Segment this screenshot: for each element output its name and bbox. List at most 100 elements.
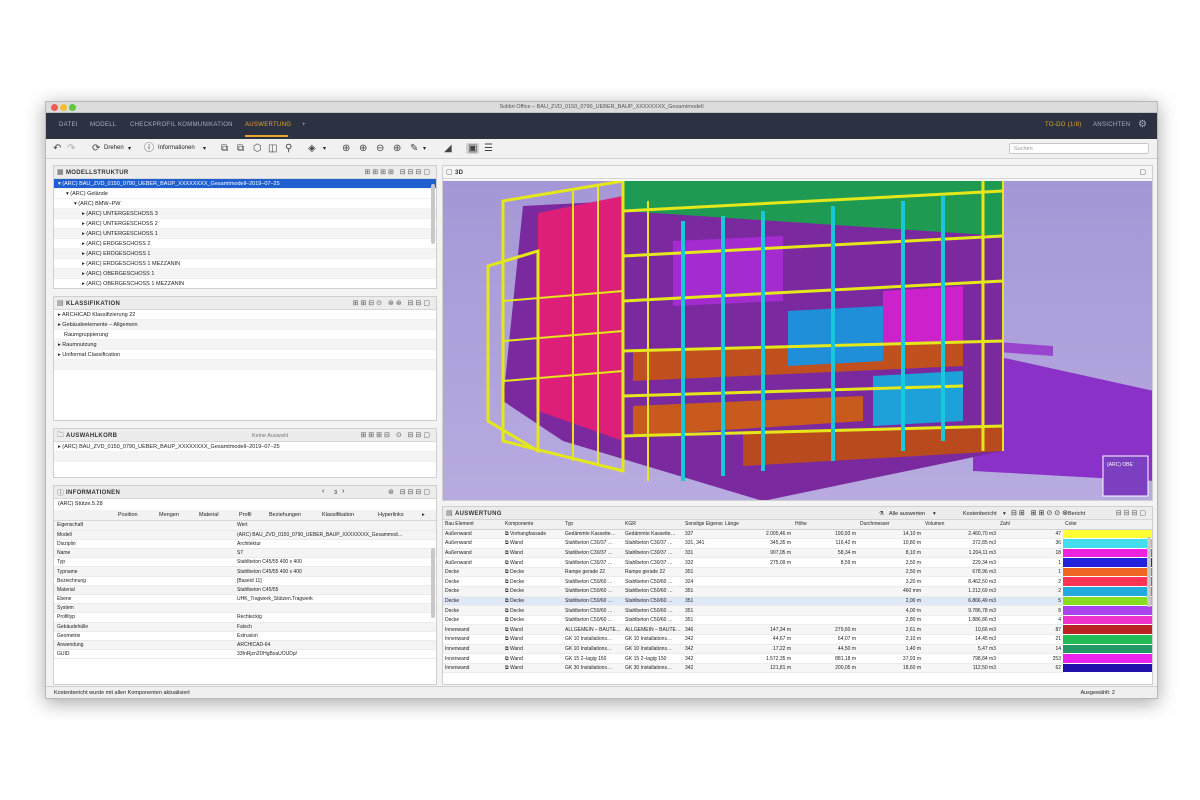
report-tools-icon[interactable]: ⊟⊞ ⊞⊞⊙⊙⊛ — [1011, 509, 1070, 517]
report-row[interactable]: Decke ⧉ Decke Rampe gerade 22 Rampe gerade … — [443, 567, 1152, 578]
evaluate-all-dropdown[interactable]: Alle auswerten — [889, 511, 925, 517]
tree-row[interactable]: ▾ (ARC) Gelände — [54, 189, 436, 199]
tree-scrollbar[interactable] — [431, 184, 435, 244]
property-row[interactable]: Modell (ARC) BAU_ZVD_0150_0790_UEBER_BAUP… — [54, 530, 436, 540]
report-row[interactable]: Decke ⧉ Decke Stahlbeton C50/60 … Stahlbeto… — [443, 605, 1152, 616]
hide-icon[interactable]: ◫ — [268, 143, 277, 154]
report-column-header[interactable]: Höhe — [793, 520, 858, 530]
report-column-header[interactable]: KGR — [623, 520, 683, 530]
tab-klassifikation[interactable]: Klassifikation — [322, 512, 354, 518]
tab-mengen[interactable]: Mengen — [159, 512, 179, 518]
property-row[interactable]: Geometrie Extrusion — [54, 631, 436, 641]
property-row[interactable]: Profiltyp Rechteckig — [54, 612, 436, 623]
zoom-in-icon[interactable]: ⊕ — [359, 143, 367, 154]
tab-position[interactable]: Position — [118, 512, 138, 518]
maximize-view-icon[interactable]: ▢ — [1139, 168, 1148, 176]
tree-row[interactable]: ▸ (ARC) ERDGESCHOSS 1 MEZZANIN — [54, 259, 436, 269]
redo-icon[interactable]: ↷ — [67, 143, 75, 154]
classification-row[interactable]: ▸ Gebäudeelemente – Allgemein — [54, 320, 436, 330]
menu-kommunikation[interactable]: KOMMUNIKATION — [178, 122, 233, 128]
rotate-mode-dropdown[interactable]: Drehen — [104, 145, 124, 151]
views-button[interactable]: ANSICHTEN — [1093, 122, 1130, 128]
report-row[interactable]: Innenwand ⧉ Wand GK 10 Installations… GK 10… — [443, 634, 1152, 645]
property-row[interactable]: Anwendung ARCHICAD-64 — [54, 640, 436, 651]
tree-row[interactable]: ▾ (ARC) BMW–PW — [54, 199, 436, 209]
select-components-icon[interactable]: ⧉ — [221, 143, 228, 154]
report-column-header[interactable]: Typ — [563, 520, 623, 530]
property-row[interactable]: Material Stahlbeton C45/55 — [54, 585, 436, 596]
layers-icon[interactable]: ☰ — [484, 143, 493, 154]
undo-icon[interactable]: ↶ — [53, 143, 61, 154]
property-row[interactable]: Disziplin Architektur — [54, 539, 436, 550]
basket-row[interactable]: ▸ (ARC) BAU_ZVD_0150_0790_UEBER_BAUP_XXX… — [54, 442, 436, 452]
basket-filter-dropdown[interactable]: Keine Auswahl — [252, 433, 288, 439]
next-arrow-icon[interactable]: › — [342, 488, 344, 495]
cube-view-icon[interactable]: ◈ — [308, 143, 316, 154]
report-button[interactable]: Bericht — [1068, 511, 1085, 517]
report-column-header[interactable]: Color — [1063, 520, 1152, 530]
report-column-header[interactable]: Zahl — [998, 520, 1063, 530]
cost-dropdown-arrow-icon[interactable]: ▾ — [1003, 511, 1006, 517]
measure-icon[interactable]: ✎ — [410, 143, 418, 154]
zoom-selected-icon[interactable]: ⊕ — [393, 143, 401, 154]
tree-row[interactable]: ▸ (ARC) ERDGESCHOSS 1 — [54, 249, 436, 259]
menu-datei[interactable]: DATEI — [59, 122, 78, 128]
settings-gear-icon[interactable]: ⚙ — [1138, 119, 1147, 130]
basket-tools-icon[interactable]: ⊞⊞⊞⊟ ⊙ ⊟⊟▢ — [360, 431, 432, 439]
report-row[interactable]: Decke ⧉ Decke Stahlbeton C50/60 … Stahlbeto… — [443, 586, 1152, 597]
property-row[interactable]: System — [54, 603, 436, 614]
tree-row[interactable]: ▸ (ARC) ERDGESCHOSS 2 — [54, 239, 436, 249]
info-dropdown-arrow-icon[interactable]: ▾ — [203, 145, 206, 152]
tabs-more-arrow-icon[interactable]: ▸ — [422, 512, 425, 518]
tab-material[interactable]: Material — [199, 512, 219, 518]
tree-row[interactable]: ▸ (ARC) UNTERGESCHOSS 3 — [54, 209, 436, 219]
report-column-header[interactable]: Volumen — [923, 520, 998, 530]
info-scrollbar[interactable] — [431, 548, 435, 618]
info-icon[interactable]: ⓘ — [144, 143, 154, 154]
previous-arrow-icon[interactable]: ‹ — [322, 488, 324, 495]
report-row[interactable]: Decke ⧉ Decke Stahlbeton C50/60 … Stahlbeto… — [443, 576, 1152, 588]
select-multiple-icon[interactable]: ⧉ — [237, 143, 244, 154]
report-column-header[interactable]: Sonstige Eigenschaften KGR — [683, 520, 723, 530]
classification-row[interactable]: ▸ Raumnutzung — [54, 340, 436, 350]
menu-modell[interactable]: MODELL — [90, 122, 116, 128]
cost-report-dropdown[interactable]: Kostenbericht — [963, 511, 997, 517]
info-dropdown[interactable]: Informationen — [158, 145, 195, 151]
classification-row[interactable]: ▸ ARCHICAD Klassifizierung 22 — [54, 310, 436, 320]
report-row[interactable]: Innenwand ⧉ Wand GK 30 Installations… GK 30… — [443, 663, 1152, 674]
tree-row[interactable]: ▸ (ARC) UNTERGESCHOSS 1 — [54, 229, 436, 239]
property-row[interactable]: Bezeichnung [Baseid 11] — [54, 576, 436, 586]
report-row[interactable]: Außenwand ⧉ Wand Stahlbeton C30/37 … Stahlb… — [443, 548, 1152, 559]
evaluate-dropdown-arrow-icon[interactable]: ▾ — [933, 511, 936, 517]
zoom-fit-icon[interactable]: ⊕ — [342, 143, 350, 154]
3d-model-canvas[interactable]: (ARC) OBE — [443, 181, 1153, 501]
report-row[interactable]: Innenwand ⧉ Wand ALLGEMEIN – BAUTE… ALLGEME… — [443, 624, 1152, 636]
property-row[interactable]: Name ST — [54, 548, 436, 559]
cube-dropdown-arrow-icon[interactable]: ▾ — [323, 145, 326, 152]
info-tools-icon[interactable]: ⊛ ⊟⊟⊟▢ — [388, 488, 432, 496]
report-scrollbar[interactable] — [1147, 537, 1151, 607]
property-row[interactable]: Ebene UHK_Tragwerk_Stützen.Tragwerk — [54, 594, 436, 605]
slide-icon[interactable]: ▣ — [466, 143, 480, 154]
section-icon[interactable]: ◢ — [444, 143, 452, 154]
tree-row[interactable]: ▾ (ARC) BAU_ZVD_0150_0790_UEBER_BAUP_XXX… — [54, 179, 436, 189]
search-input[interactable]: Suchen — [1009, 143, 1149, 154]
classification-row[interactable]: ▸ Uniformat Classification — [54, 350, 436, 360]
report-filter-icon[interactable]: ⚗ — [879, 511, 884, 517]
report-row[interactable]: Innenwand ⧉ Wand GK 15 2–lagig 150 GK 15 2–… — [443, 653, 1152, 664]
tab-profil[interactable]: Profil — [239, 512, 252, 518]
tree-row[interactable]: ▸ (ARC) OBERGESCHOSS 1 MEZZANIN — [54, 279, 436, 288]
select-hierarchy-icon[interactable]: ⬡ — [253, 143, 262, 154]
property-row[interactable]: GUID 33fnRjzn2DHgBxaUOUDp/ — [54, 649, 436, 660]
todo-button[interactable]: TO-DO (1/8) — [1045, 122, 1082, 128]
model-tree-tools-icon[interactable]: ⊞⊞⊞⊞ ⊟⊟⊟▢ — [364, 168, 432, 176]
tab-beziehungen[interactable]: Beziehungen — [269, 512, 301, 518]
report-column-header[interactable]: Länge — [723, 520, 793, 530]
menu-checkprofil[interactable]: CHECKPROFIL — [130, 122, 176, 128]
tab-hyperlinks[interactable]: Hyperlinks — [378, 512, 404, 518]
visibility-icon[interactable]: ⚲ — [285, 143, 292, 154]
measure-dropdown-arrow-icon[interactable]: ▾ — [423, 145, 426, 152]
report-row[interactable]: Decke ⧉ Decke Stahlbeton C50/60 … Stahlbeto… — [443, 615, 1152, 626]
tree-row[interactable]: ▸ (ARC) UNTERGESCHOSS 2 — [54, 219, 436, 229]
report-row[interactable]: Außenwand ⧉ Wand Stahlbeton C30/37 … Stahlb… — [443, 557, 1152, 568]
